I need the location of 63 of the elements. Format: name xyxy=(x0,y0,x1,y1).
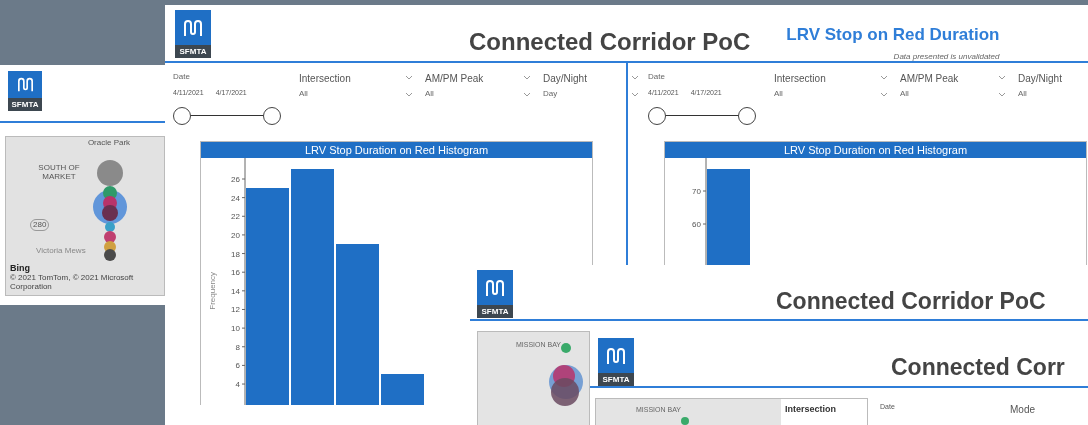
dropdown-field[interactable]: All xyxy=(425,88,535,100)
filter-label: AM/PM Peak xyxy=(425,72,484,84)
logo-icon xyxy=(606,346,626,365)
tick-label: 22 xyxy=(231,211,240,221)
tick-label: 26 xyxy=(231,174,240,184)
legend-title: Intersection xyxy=(785,403,836,416)
filter-label: Date xyxy=(648,71,666,83)
chevron-icon xyxy=(405,91,413,97)
axis-title: Frequency xyxy=(208,271,217,310)
filter-label: Intersection xyxy=(299,72,351,84)
tick-label: 10 xyxy=(231,323,240,333)
tick-label: 8 xyxy=(235,342,240,352)
tick-label: 18 xyxy=(231,249,240,259)
dropdown-field[interactable]: All xyxy=(1018,88,1088,100)
logo-icon xyxy=(183,18,203,37)
chevron-icon xyxy=(880,91,888,97)
logo-text: SFMTA xyxy=(477,305,513,318)
tick-label: 12 xyxy=(231,305,240,314)
tick-label: 24 xyxy=(231,193,240,203)
chevron-icon xyxy=(523,75,531,80)
filter-label: Intersection xyxy=(774,72,826,84)
map-label: Victoria Mews xyxy=(36,245,86,257)
map-label: SOUTH OF MARKET xyxy=(37,163,81,181)
tick-label: 6 xyxy=(235,360,240,370)
chevron-icon xyxy=(631,75,639,80)
tick-label: 70 xyxy=(692,186,701,196)
chevron-icon xyxy=(998,75,1006,80)
tick-label: 20 xyxy=(231,230,240,240)
filter-label: Day/Night xyxy=(1018,72,1062,84)
map-attribution: © 2021 TomTom, © 2021 Microsoft Corporation xyxy=(10,273,135,291)
disclaimer-text: Data presented is unvalidated xyxy=(893,50,1000,63)
tick-label: 16 xyxy=(231,267,240,277)
tick-label: 14 xyxy=(231,286,240,296)
page-subtitle: LRV Stop on Red Duration xyxy=(786,24,1000,46)
logo-text: SFMTA xyxy=(8,98,42,111)
chevron-icon xyxy=(523,91,531,97)
chart-title: LRV Stop Duration on Red Histogram xyxy=(665,141,1086,158)
filter-label: Mode xyxy=(1010,403,1035,417)
chevron-icon xyxy=(631,91,639,97)
chevron-icon xyxy=(405,75,413,80)
tick-label: 60 xyxy=(692,219,701,229)
chevron-icon xyxy=(880,75,888,80)
dropdown-field[interactable]: Day xyxy=(543,88,643,100)
logo-icon xyxy=(485,278,505,297)
chevron-icon xyxy=(998,91,1006,97)
filter-label: AM/PM Peak xyxy=(900,72,959,84)
page-title: Connected Corridor PoC xyxy=(469,27,751,57)
page-title: Connected Corridor PoC xyxy=(776,287,1046,316)
date-range-slider[interactable] xyxy=(173,106,281,125)
filter-label: Day/Night xyxy=(543,72,587,84)
dropdown-field[interactable]: All xyxy=(299,88,417,100)
dropdown-field[interactable]: All xyxy=(900,88,1010,100)
map-label: Oracle Park xyxy=(86,138,132,147)
bing-logo: Bing xyxy=(10,263,30,273)
logo-icon xyxy=(16,77,34,92)
chart-title: LRV Stop Duration on Red Histogram xyxy=(201,141,592,158)
logo-text: SFMTA xyxy=(598,373,634,386)
logo-text: SFMTA xyxy=(175,45,211,58)
filter-label: Date xyxy=(173,71,191,83)
tick-label: 4 xyxy=(235,379,240,389)
dropdown-field[interactable]: All xyxy=(774,88,892,100)
date-range-slider[interactable] xyxy=(648,106,756,125)
page-title: Connected Corr xyxy=(891,353,1065,382)
